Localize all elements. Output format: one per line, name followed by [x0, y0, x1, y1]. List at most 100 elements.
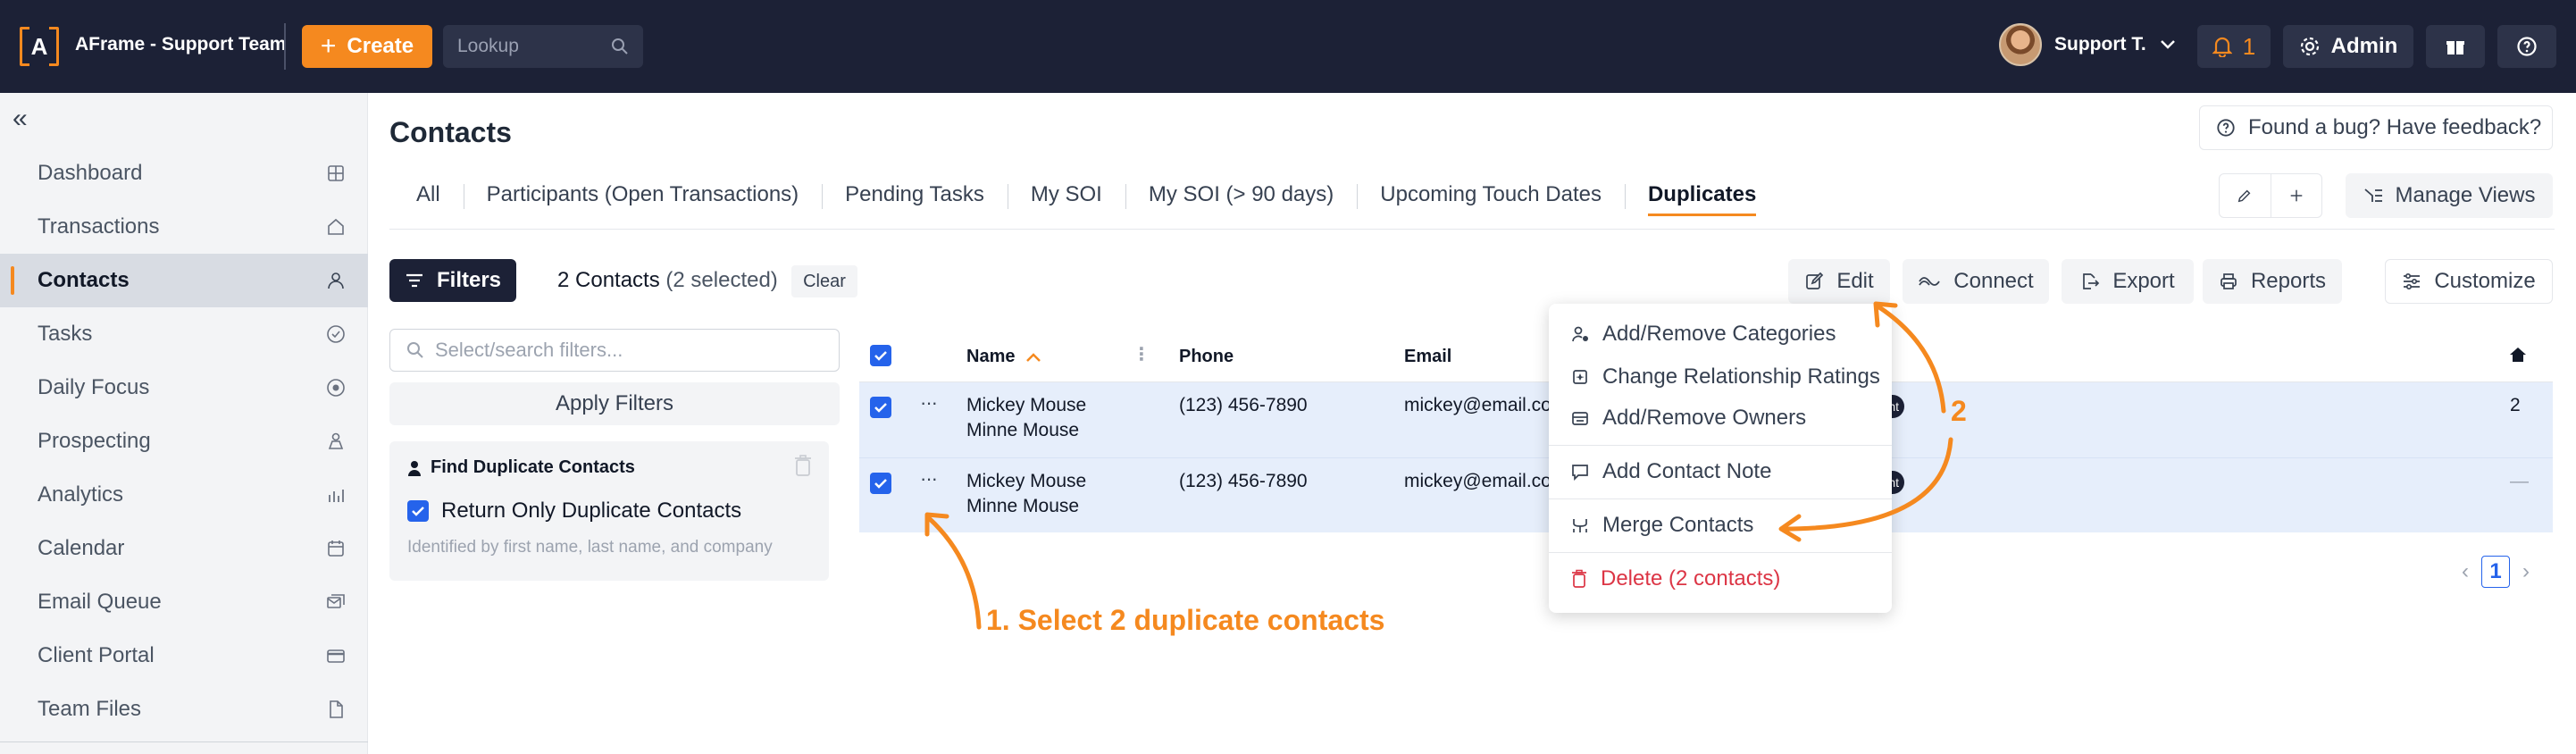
prev-page-icon[interactable]: ‹	[2462, 559, 2469, 584]
view-tabs: All Participants (Open Transactions) Pen…	[389, 170, 1779, 220]
help-circle-icon	[2217, 119, 2235, 137]
row-checkbox[interactable]	[870, 473, 891, 494]
tab-upcoming-touch-dates[interactable]: Upcoming Touch Dates	[1357, 170, 1625, 220]
sidebar-item-contacts[interactable]: Contacts	[0, 254, 368, 307]
contact-name-secondary[interactable]: Minne Mouse	[966, 420, 1079, 441]
column-email[interactable]: Email	[1404, 347, 1451, 367]
menu-change-relationship-ratings[interactable]: Change Relationship Ratings	[1549, 357, 1892, 397]
sidebar-item-dashboard[interactable]: Dashboard	[0, 147, 368, 200]
notifications-button[interactable]: 1	[2197, 25, 2271, 68]
add-view-button[interactable]	[2270, 174, 2322, 217]
sidebar-item-label: Tasks	[38, 322, 93, 346]
file-icon	[330, 700, 343, 718]
connect-icon	[1919, 277, 1941, 286]
manage-views-button[interactable]: Manage Views	[2346, 173, 2553, 218]
duplicate-only-checkbox[interactable]: Return Only Duplicate Contacts	[407, 498, 741, 524]
sidebar-item-email-queue[interactable]: Email Queue	[0, 575, 368, 629]
pencil-icon	[2237, 189, 2251, 203]
admin-button[interactable]: Admin	[2283, 25, 2413, 68]
sidebar-item-transactions[interactable]: Transactions	[0, 200, 368, 254]
bell-icon	[2212, 37, 2232, 57]
sidebar-item-calendar[interactable]: Calendar	[0, 522, 368, 575]
help-circle-icon	[2517, 37, 2537, 56]
sidebar-item-prospecting[interactable]: Prospecting	[0, 415, 368, 468]
sidebar-item-label: Client Portal	[38, 643, 155, 667]
next-page-icon[interactable]: ›	[2522, 559, 2530, 584]
plus-icon	[2290, 189, 2303, 202]
menu-add-remove-owners[interactable]: Add/Remove Owners	[1549, 398, 1892, 438]
sidebar-item-analytics[interactable]: Analytics	[0, 468, 368, 522]
sort-ascending-icon	[1026, 352, 1041, 362]
export-button[interactable]: Export	[2062, 259, 2194, 304]
filter-search-placeholder: Select/search filters...	[435, 339, 623, 361]
contact-name[interactable]: Mickey Mouse	[966, 395, 1086, 416]
menu-add-contact-note[interactable]: Add Contact Note	[1549, 452, 1892, 491]
contact-email[interactable]: mickey@email.cor	[1404, 395, 1558, 416]
create-button[interactable]: + Create	[302, 25, 432, 68]
gift-button[interactable]	[2426, 25, 2485, 68]
pagination: ‹ 1 ›	[2462, 556, 2530, 588]
row-count: —	[2510, 471, 2529, 491]
customize-button[interactable]: Customize	[2385, 259, 2553, 304]
clear-selection-button[interactable]: Clear	[791, 265, 857, 297]
trash-icon	[1572, 569, 1586, 588]
aframe-logo[interactable]: A	[20, 26, 59, 67]
duplicate-hint: Identified by first name, last name, and…	[407, 538, 773, 557]
step2-annotation: 2	[1951, 395, 1967, 427]
reports-button[interactable]: Reports	[2203, 259, 2342, 304]
tab-pending-tasks[interactable]: Pending Tasks	[822, 170, 1008, 220]
sidebar-item-client-portal[interactable]: Client Portal	[0, 629, 368, 683]
apply-filters-button[interactable]: Apply Filters	[389, 382, 840, 425]
tab-duplicates[interactable]: Duplicates	[1624, 170, 1779, 220]
notifications-count: 1	[2242, 32, 2256, 60]
contact-name[interactable]: Mickey Mouse	[966, 471, 1086, 492]
feedback-button[interactable]: Found a bug? Have feedback?	[2199, 105, 2553, 150]
trash-icon[interactable]	[793, 454, 813, 477]
sidebar-item-daily-focus[interactable]: Daily Focus	[0, 361, 368, 415]
sidebar-footer	[0, 741, 368, 754]
current-page[interactable]: 1	[2481, 556, 2510, 588]
team-name: AFrame - Support Team	[75, 34, 287, 54]
contact-name-secondary[interactable]: Minne Mouse	[966, 496, 1079, 517]
gift-icon	[2446, 41, 2464, 54]
sidebar-item-label: Transactions	[38, 214, 160, 239]
tab-participants[interactable]: Participants (Open Transactions)	[463, 170, 823, 220]
search-icon	[612, 38, 628, 54]
connect-button[interactable]: Connect	[1903, 259, 2049, 304]
select-all-checkbox[interactable]	[870, 345, 891, 366]
edit-label: Edit	[1836, 269, 1874, 293]
contact-phone: (123) 456-7890	[1179, 395, 1308, 415]
step1-annotation: 1. Select 2 duplicate contacts	[986, 604, 1385, 636]
checkbox-checked[interactable]	[407, 500, 429, 522]
edit-button[interactable]: Edit	[1788, 259, 1890, 304]
sidebar-item-label: Calendar	[38, 536, 125, 560]
sidebar-item-tasks[interactable]: Tasks	[0, 307, 368, 361]
bar-chart-icon	[329, 490, 344, 502]
filters-button[interactable]: Filters	[389, 259, 516, 302]
menu-delete-contacts[interactable]: Delete (2 contacts)	[1549, 559, 1892, 599]
tab-all[interactable]: All	[389, 170, 464, 220]
row-actions-icon[interactable]: ···	[920, 467, 938, 490]
filter-search-input[interactable]: Select/search filters...	[389, 329, 840, 372]
collapse-sidebar-icon[interactable]: «	[13, 104, 28, 134]
home-icon	[328, 218, 344, 235]
column-drag-icon[interactable]: ⋮	[1133, 343, 1150, 365]
duplicate-filter-card: Find Duplicate Contacts Return Only Dupl…	[389, 441, 829, 581]
menu-add-remove-categories[interactable]: Add/Remove Categories	[1549, 314, 1892, 354]
user-menu[interactable]: Support T.	[1999, 23, 2177, 66]
column-name[interactable]: Name	[966, 347, 1041, 367]
contact-email[interactable]: mickey@email.cor	[1404, 471, 1558, 492]
merge-icon	[1573, 519, 1587, 532]
row-checkbox[interactable]	[870, 397, 891, 418]
filters-label: Filters	[436, 268, 502, 292]
edit-view-button[interactable]	[2220, 174, 2271, 217]
tab-my-soi[interactable]: My SOI	[1007, 170, 1125, 220]
column-name-label: Name	[966, 347, 1016, 366]
sidebar-item-team-files[interactable]: Team Files	[0, 683, 368, 736]
lookup-input[interactable]: Lookup	[443, 25, 643, 68]
row-actions-icon[interactable]: ···	[920, 391, 938, 415]
tab-my-soi-90[interactable]: My SOI (> 90 days)	[1125, 170, 1357, 220]
menu-merge-contacts[interactable]: Merge Contacts	[1549, 506, 1892, 545]
help-button[interactable]	[2497, 25, 2556, 68]
column-phone[interactable]: Phone	[1179, 347, 1234, 367]
